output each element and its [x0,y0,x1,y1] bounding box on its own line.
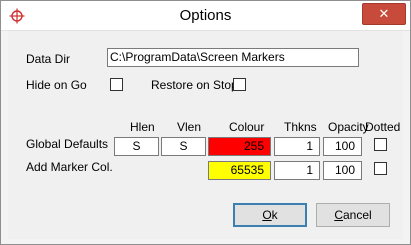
data-dir-input[interactable]: C:\ProgramData\Screen Markers [107,48,359,67]
hlen-header: Hlen [130,120,155,134]
cancel-button[interactable]: Cancel [316,203,390,227]
global-vlen-input[interactable]: S [161,137,206,156]
options-dialog: Options ✕ Data Dir C:\ProgramData\Screen… [0,0,411,245]
restore-on-stop-checkbox[interactable] [233,78,246,91]
close-button[interactable]: ✕ [362,3,406,25]
window-title: Options [179,7,232,24]
dialog-body: Data Dir C:\ProgramData\Screen Markers H… [8,31,403,239]
vlen-header: Vlen [177,120,202,134]
cancel-accelerator: C [334,208,343,222]
global-dotted-checkbox[interactable] [374,138,387,151]
add-marker-dotted-checkbox[interactable] [374,162,387,175]
close-icon: ✕ [378,6,390,21]
ok-button[interactable]: Ok [233,203,307,227]
hide-on-go-label: Hide on Go [26,78,87,92]
opacity-header: Opacity [328,120,369,134]
add-marker-thickness-input[interactable]: 1 [274,161,320,180]
add-marker-colour-swatch[interactable]: 65535 [208,161,271,180]
ok-accelerator: O [262,208,272,222]
global-thickness-input[interactable]: 1 [274,137,320,156]
dotted-header: Dotted [365,120,401,134]
restore-on-stop-label: Restore on Stop [151,78,238,92]
data-dir-label: Data Dir [26,52,71,66]
ok-label: k [271,208,278,222]
global-colour-swatch[interactable]: 255 [208,137,271,156]
global-defaults-label: Global Defaults [26,137,109,151]
colour-header: Colour [229,120,265,134]
title-bar: Options ✕ [1,1,410,31]
hide-on-go-checkbox[interactable] [110,78,123,91]
add-marker-col-label: Add Marker Col. [26,160,113,174]
global-hlen-input[interactable]: S [114,137,159,156]
cancel-label: ancel [342,208,372,222]
add-marker-opacity-input[interactable]: 100 [323,161,362,180]
thkns-header: Thkns [284,120,317,134]
global-opacity-input[interactable]: 100 [323,137,362,156]
